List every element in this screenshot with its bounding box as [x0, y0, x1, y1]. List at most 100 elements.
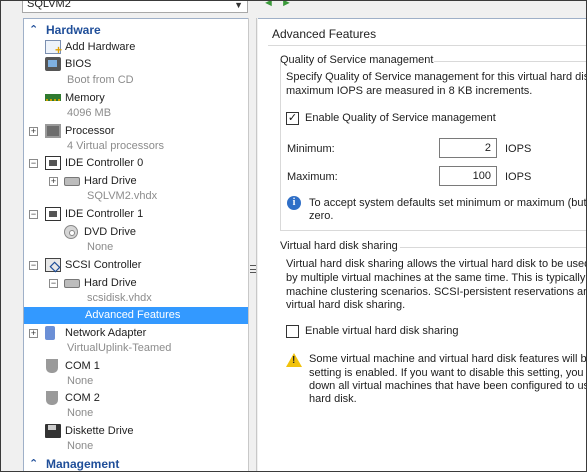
- info-icon: i: [287, 196, 301, 210]
- serial-port-icon: [46, 359, 58, 373]
- sidebar-item-label: Advanced Features: [85, 309, 181, 321]
- sidebar-item-diskette-drive-detail: None: [24, 438, 248, 454]
- sidebar-item-label: IDE Controller 0: [65, 157, 144, 169]
- sidebar-item-sublabel: Boot from CD: [67, 74, 134, 86]
- sidebar-item-processor[interactable]: + Processor: [24, 123, 248, 139]
- ide-controller-icon: [45, 156, 61, 170]
- sidebar-item-sublabel: None: [67, 375, 94, 387]
- qos-info-line-2: zero.: [309, 210, 334, 222]
- pane-splitter[interactable]: [248, 18, 257, 471]
- sidebar-item-advanced-features[interactable]: Advanced Features: [24, 307, 248, 324]
- management-section-header[interactable]: ⌃ Management: [24, 455, 248, 471]
- hardware-section-label: Hardware: [46, 23, 101, 37]
- sidebar-item-add-hardware[interactable]: Add Hardware: [24, 39, 248, 58]
- sharing-warning-line-3: down all virtual machines that have been…: [309, 380, 587, 392]
- enable-sharing-checkbox[interactable]: [286, 325, 299, 338]
- expand-icon[interactable]: +: [29, 127, 38, 136]
- collapse-icon[interactable]: −: [29, 261, 38, 270]
- sidebar-item-memory[interactable]: Memory: [24, 90, 248, 106]
- sidebar-item-sublabel: VirtualUplink-Teamed: [67, 342, 172, 354]
- sidebar-item-label: Memory: [65, 92, 105, 104]
- details-panel: Advanced Features Quality of Service man…: [258, 18, 587, 471]
- sidebar-item-sublabel: 4 Virtual processors: [67, 140, 165, 152]
- sidebar-item-scsi-hard-drive[interactable]: − Hard Drive: [24, 275, 248, 291]
- sidebar-item-com1[interactable]: COM 1: [24, 358, 248, 374]
- sidebar-item-ide-controller-1[interactable]: − IDE Controller 1: [24, 206, 248, 222]
- minimum-unit-label: IOPS: [505, 143, 532, 155]
- maximum-iops-input[interactable]: 100: [439, 166, 497, 186]
- sidebar-item-com2[interactable]: COM 2: [24, 390, 248, 406]
- sidebar-item-ide-controller-0[interactable]: − IDE Controller 0: [24, 155, 248, 171]
- dvd-disc-icon: [64, 225, 78, 239]
- sharing-description-line-4: virtual hard disk sharing.: [286, 299, 406, 311]
- sidebar-item-dvd-drive[interactable]: DVD Drive: [24, 224, 248, 240]
- sidebar-item-network-adapter[interactable]: + Network Adapter: [24, 325, 248, 341]
- sidebar-item-sublabel: SQLVM2.vhdx: [87, 190, 158, 202]
- sidebar-item-ide-hard-drive[interactable]: + Hard Drive: [24, 173, 248, 189]
- hard-drive-icon: [64, 279, 80, 288]
- sharing-warning-line-4: hard disk.: [309, 393, 357, 405]
- forward-arrow-icon[interactable]: ►: [281, 1, 293, 9]
- memory-icon: [45, 94, 61, 101]
- sharing-warning-line-2: setting is enabled. If you want to disab…: [309, 367, 584, 379]
- sidebar-item-label: Hard Drive: [84, 175, 137, 187]
- ide-controller-icon: [45, 207, 61, 221]
- floppy-disk-icon: [45, 424, 61, 438]
- enable-qos-checkbox[interactable]: ✓: [286, 112, 299, 125]
- sidebar-item-sublabel: 4096 MB: [67, 107, 112, 119]
- chevron-down-icon: ▼: [234, 0, 243, 10]
- sharing-group-heading: Virtual hard disk sharing: [280, 240, 398, 252]
- sidebar-item-com1-detail: None: [24, 373, 248, 389]
- processor-icon: [45, 124, 61, 138]
- management-section-label: Management: [46, 457, 120, 471]
- sidebar-item-sublabel: scsidisk.vhdx: [87, 292, 152, 304]
- maximum-label: Maximum:: [287, 171, 338, 183]
- sharing-group-rule: [400, 247, 586, 248]
- vm-selector[interactable]: SQLVM2 ▼: [22, 0, 248, 13]
- collapse-chevron-icon[interactable]: ⌃: [29, 455, 38, 471]
- network-adapter-icon: [45, 326, 55, 340]
- sidebar-item-label: SCSI Controller: [65, 259, 142, 271]
- nav-arrows: ◄ ►: [263, 1, 293, 9]
- warning-icon: [286, 353, 302, 367]
- expand-icon[interactable]: +: [29, 329, 38, 338]
- sidebar-item-label: IDE Controller 1: [65, 208, 144, 220]
- minimum-iops-input[interactable]: 2: [439, 138, 497, 158]
- sidebar-item-bios[interactable]: BIOS: [24, 56, 248, 72]
- sidebar-item-dvd-drive-detail: None: [24, 239, 248, 255]
- sidebar-item-label: Diskette Drive: [65, 425, 134, 437]
- sharing-description-line-1: Virtual hard disk sharing allows the vir…: [286, 258, 587, 270]
- sidebar-item-memory-detail: 4096 MB: [24, 105, 248, 121]
- sharing-description-line-3: machine clustering scenarios. SCSI-persi…: [286, 286, 587, 298]
- enable-sharing-label: Enable virtual hard disk sharing: [305, 325, 459, 337]
- hardware-tree: ⌃ Hardware Add Hardware BIOS Boot from C…: [23, 18, 248, 471]
- collapse-icon[interactable]: −: [49, 279, 58, 288]
- qos-description-line-1: Specify Quality of Service management fo…: [286, 71, 587, 83]
- sidebar-item-com2-detail: None: [24, 405, 248, 421]
- sidebar-item-sublabel: None: [67, 440, 94, 452]
- qos-description-line-2: maximum IOPS are measured in 8 KB increm…: [286, 85, 533, 97]
- title-divider: [268, 45, 586, 46]
- enable-qos-label: Enable Quality of Service management: [305, 112, 496, 124]
- sharing-description-line-2: by multiple virtual machines at the same…: [286, 272, 587, 284]
- settings-window: SQLVM2 ▼ ◄ ► ⌃ Hardware Add Hardware BIO…: [0, 0, 587, 472]
- hardware-section-header[interactable]: ⌃ Hardware: [24, 21, 248, 39]
- collapse-icon[interactable]: −: [29, 210, 38, 219]
- expand-icon[interactable]: +: [49, 177, 58, 186]
- sidebar-item-label: Network Adapter: [65, 327, 147, 339]
- sidebar-item-processor-detail: 4 Virtual processors: [24, 138, 248, 154]
- sidebar-item-scsi-controller[interactable]: − SCSI Controller: [24, 257, 248, 273]
- sidebar-item-label: Processor: [65, 125, 115, 137]
- back-arrow-icon[interactable]: ◄: [263, 1, 275, 9]
- hard-drive-icon: [64, 177, 80, 186]
- sidebar-item-label: Hard Drive: [84, 277, 137, 289]
- collapse-icon[interactable]: −: [29, 159, 38, 168]
- grip-icon: [250, 265, 256, 273]
- left-gutter: [1, 18, 23, 471]
- sidebar-item-label: DVD Drive: [84, 226, 136, 238]
- sharing-warning-line-1: Some virtual machine and virtual hard di…: [309, 353, 587, 365]
- sidebar-item-ide-hard-drive-detail: SQLVM2.vhdx: [24, 188, 248, 204]
- sidebar-item-label: BIOS: [65, 58, 92, 70]
- collapse-chevron-icon[interactable]: ⌃: [29, 21, 38, 39]
- sidebar-item-diskette-drive[interactable]: Diskette Drive: [24, 423, 248, 439]
